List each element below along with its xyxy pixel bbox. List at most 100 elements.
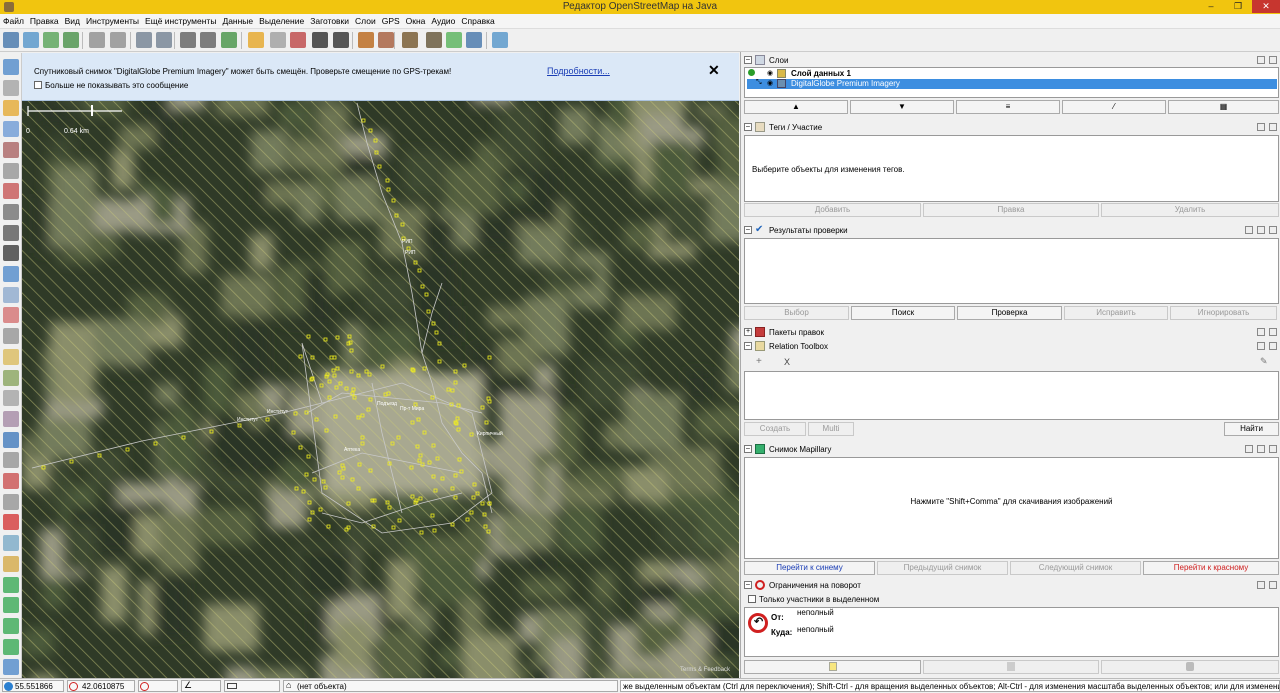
notice-close-icon[interactable]: ✕ xyxy=(708,62,720,79)
filter-icon[interactable] xyxy=(3,390,19,407)
delete-icon[interactable] xyxy=(3,141,19,158)
undock-icon[interactable] xyxy=(1257,581,1265,589)
panel-close-icon[interactable] xyxy=(1269,226,1277,234)
mapillary-toggle-icon[interactable] xyxy=(3,535,19,552)
dont-show-checkbox[interactable] xyxy=(34,81,42,89)
validation-button-3[interactable]: Исправить xyxy=(1064,306,1168,320)
expand-icon[interactable]: + xyxy=(744,328,752,336)
undock-icon[interactable] xyxy=(1257,226,1265,234)
download-icon[interactable] xyxy=(492,32,508,48)
maximize-button[interactable]: ❐ xyxy=(1225,0,1251,13)
info-icon[interactable] xyxy=(3,576,19,593)
food-icon[interactable] xyxy=(378,32,394,48)
warning-icon[interactable] xyxy=(358,32,374,48)
menu-item-5[interactable]: Данные xyxy=(219,14,256,28)
menu-item-1[interactable]: Правка xyxy=(27,14,62,28)
layer-button-2[interactable]: ≡ xyxy=(956,100,1060,114)
collapse-icon[interactable]: – xyxy=(744,226,752,234)
industry-icon[interactable] xyxy=(426,32,442,48)
panel-close-icon[interactable] xyxy=(1269,56,1277,64)
measure-icon[interactable] xyxy=(3,162,19,179)
zoom-icon[interactable] xyxy=(3,121,19,138)
relation-add-button[interactable]: + xyxy=(756,356,762,367)
validation-button-0[interactable]: Выбор xyxy=(744,306,849,320)
redo-icon[interactable] xyxy=(110,32,126,48)
relation-find-button[interactable]: Найти xyxy=(1224,422,1279,436)
menu-item-4[interactable]: Ещё инструменты xyxy=(142,14,219,28)
layer-row-data[interactable]: ◉ Слой данных 1 xyxy=(747,69,1277,79)
changeset-toggle-icon[interactable] xyxy=(3,473,19,489)
relation-toggle-icon[interactable] xyxy=(3,307,19,324)
collapse-icon[interactable]: – xyxy=(744,123,752,131)
layers-toggle-icon[interactable] xyxy=(3,266,19,282)
author-icon[interactable] xyxy=(3,348,19,365)
tag-button-0[interactable]: Добавить xyxy=(744,203,921,217)
edit-restriction-button[interactable] xyxy=(923,660,1099,674)
mapillary-button-1[interactable]: Предыдущий снимок xyxy=(877,561,1008,575)
search-icon[interactable] xyxy=(156,32,172,48)
undock-icon[interactable] xyxy=(1257,328,1265,336)
only-members-checkbox[interactable] xyxy=(748,595,756,603)
undock-icon[interactable] xyxy=(1257,445,1265,453)
validation-button-1[interactable]: Поиск xyxy=(851,306,955,320)
help-icon[interactable] xyxy=(3,493,19,510)
open-icon[interactable] xyxy=(3,32,19,48)
parking-icon[interactable] xyxy=(270,32,286,48)
validation-toggle-icon[interactable] xyxy=(3,431,19,448)
selection-list-icon[interactable] xyxy=(3,328,19,345)
download-icon[interactable] xyxy=(23,32,39,48)
mapillary-button-3[interactable]: Перейти к красному xyxy=(1143,561,1279,575)
minimize-button[interactable]: – xyxy=(1198,0,1224,13)
layer-button-1[interactable]: ▼ xyxy=(850,100,954,114)
save-icon[interactable] xyxy=(63,32,79,48)
map-paint-icon[interactable] xyxy=(3,410,19,427)
improve-way-icon[interactable] xyxy=(3,183,19,200)
draw-icon[interactable] xyxy=(3,100,19,117)
history-icon[interactable] xyxy=(3,369,19,386)
tag-button-1[interactable]: Правка xyxy=(923,203,1099,217)
delete-restriction-button[interactable] xyxy=(1101,660,1279,674)
validation-button-2[interactable]: Проверка xyxy=(957,306,1062,320)
refresh-icon[interactable] xyxy=(221,32,237,48)
more-icon[interactable] xyxy=(3,245,19,262)
imagery-terms-link[interactable]: Terms & Feedback xyxy=(680,667,730,673)
move-icon[interactable]: ⤡ xyxy=(756,79,762,87)
undock-icon[interactable] xyxy=(1257,123,1265,131)
open-icon[interactable] xyxy=(466,32,482,48)
panel-close-icon[interactable] xyxy=(1269,445,1277,453)
lasso-icon[interactable] xyxy=(3,79,19,96)
map-view[interactable]: Институт Институт РИП РИП Подъезд Пр-т Мира Ап… xyxy=(22,53,739,678)
validation-button-4[interactable]: Игнорировать xyxy=(1170,306,1277,320)
undock-icon[interactable] xyxy=(1257,342,1265,350)
wifi-icon[interactable] xyxy=(3,659,19,676)
layer-button-0[interactable]: ▲ xyxy=(744,100,848,114)
pencil-icon[interactable]: ✎ xyxy=(1260,356,1268,367)
no-turn-icon[interactable] xyxy=(3,514,19,531)
menu-item-10[interactable]: Окна xyxy=(403,14,429,28)
collapse-icon[interactable]: – xyxy=(744,56,752,64)
mapillary-button-2[interactable]: Следующий снимок xyxy=(1010,561,1141,575)
panel-close-icon[interactable] xyxy=(1269,581,1277,589)
building-tool-icon[interactable] xyxy=(3,224,19,241)
relation-button-0[interactable]: Создать xyxy=(744,422,806,436)
collapse-icon[interactable]: – xyxy=(744,342,752,350)
funnel-icon[interactable] xyxy=(3,452,19,469)
gps-icon[interactable] xyxy=(3,203,19,220)
plugin-icon[interactable] xyxy=(446,32,462,48)
new-restriction-button[interactable] xyxy=(744,660,921,674)
upload-toggle-icon[interactable] xyxy=(3,617,19,634)
menu-item-2[interactable]: Вид xyxy=(62,14,83,28)
relation-button-1[interactable]: Multi xyxy=(808,422,854,436)
history-clock-icon[interactable] xyxy=(3,597,19,614)
collapse-icon[interactable]: – xyxy=(744,445,752,453)
menu-item-3[interactable]: Инструменты xyxy=(83,14,142,28)
tag-button-2[interactable]: Удалить xyxy=(1101,203,1279,217)
layer-button-3[interactable]: ⁄ xyxy=(1062,100,1166,114)
panel-close-icon[interactable] xyxy=(1269,123,1277,131)
menu-item-12[interactable]: Справка xyxy=(458,14,497,28)
close-window-button[interactable]: ✕ xyxy=(1252,0,1280,13)
traffic-light-icon[interactable] xyxy=(248,32,264,48)
panel-close-icon[interactable] xyxy=(1269,342,1277,350)
notes-icon[interactable] xyxy=(3,555,19,572)
settings-icon[interactable] xyxy=(1245,226,1253,234)
